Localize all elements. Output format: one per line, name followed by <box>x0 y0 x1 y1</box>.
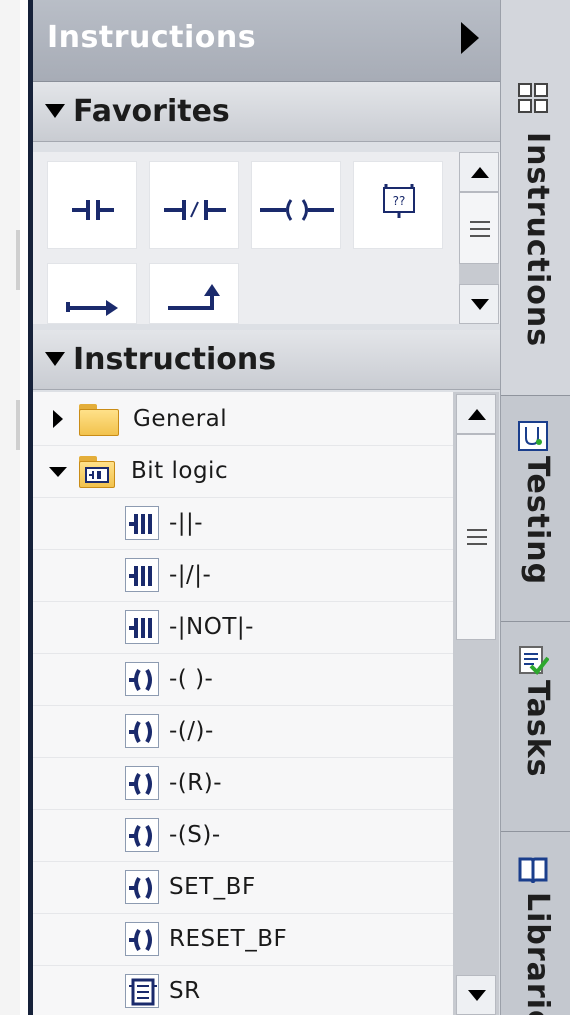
tab-label: Tasks <box>520 680 555 778</box>
tab-label: Instructions <box>520 132 555 348</box>
open-branch-icon <box>66 300 118 316</box>
empty-box-button[interactable]: ?? <box>353 161 443 249</box>
tree-item-label: -(S)- <box>169 822 221 848</box>
testing-icon <box>517 420 549 452</box>
panel-header: Instructions <box>33 0 500 82</box>
instructions-header[interactable]: Instructions <box>33 330 500 390</box>
normally-closed-contact-icon <box>164 200 226 220</box>
scroll-up-icon[interactable] <box>456 394 496 434</box>
coil-icon <box>125 922 159 956</box>
tree-item-coil[interactable]: RESET_BF <box>33 914 453 966</box>
favorites-scrollbar[interactable] <box>459 152 499 324</box>
side-tab-strip: Instructions Testing Tasks Libraries <box>500 0 570 1015</box>
tree-item-label: -||- <box>169 510 204 536</box>
contact-icon <box>125 610 159 644</box>
left-edge <box>0 0 20 1015</box>
book-icon <box>517 854 549 886</box>
tree-scrollbar[interactable] <box>453 392 499 1015</box>
normally-closed-contact-button[interactable] <box>149 161 239 249</box>
tab-label: Testing <box>520 456 555 586</box>
scroll-up-icon[interactable] <box>459 152 499 192</box>
expand-down-icon <box>45 104 65 118</box>
instruction-tree: General Bit logic -||- -|/|- -|NOT|- -(… <box>33 392 453 1015</box>
contact-icon <box>125 506 159 540</box>
output-coil-button[interactable] <box>251 161 341 249</box>
tab-instructions[interactable]: Instructions <box>501 0 570 396</box>
output-coil-icon <box>260 199 334 221</box>
coil-icon <box>125 662 159 696</box>
tree-item-box[interactable]: SR <box>33 966 453 1015</box>
tree-item-label: -( )- <box>169 666 214 692</box>
folder-icon <box>79 404 119 436</box>
tree-item-coil[interactable]: -(R)- <box>33 758 453 810</box>
bit-logic-folder-icon <box>79 456 115 488</box>
coil-icon <box>125 766 159 800</box>
empty-box-label: ?? <box>393 194 406 208</box>
tree-item-label: -|NOT|- <box>169 614 254 640</box>
tree-item-contact[interactable]: -|/|- <box>33 550 453 602</box>
expand-down-icon <box>45 352 65 366</box>
panel-title: Instructions <box>47 20 257 55</box>
coil-icon <box>125 870 159 904</box>
tree-item-coil[interactable]: -(S)- <box>33 810 453 862</box>
tree-folder-bit-logic[interactable]: Bit logic <box>33 446 453 498</box>
close-branch-icon <box>168 284 220 310</box>
tasks-icon <box>517 644 550 676</box>
grid-icon <box>517 82 549 114</box>
scrollbar-thumb[interactable] <box>459 192 499 264</box>
tab-libraries[interactable]: Libraries <box>501 832 570 1015</box>
empty-box-icon: ?? <box>383 184 415 218</box>
tree-item-label: Bit logic <box>131 458 229 484</box>
tree-item-label: -|/|- <box>169 562 212 588</box>
normally-open-contact-icon <box>72 200 114 220</box>
tree-item-coil[interactable]: -(/)- <box>33 706 453 758</box>
tab-testing[interactable]: Testing <box>501 396 570 622</box>
close-branch-button[interactable] <box>149 263 239 324</box>
tree-item-contact[interactable]: -||- <box>33 498 453 550</box>
tree-item-label: -(R)- <box>169 770 223 796</box>
tree-item-label: SR <box>169 978 201 1004</box>
contact-icon <box>125 558 159 592</box>
left-edge-mark <box>16 400 20 450</box>
normally-open-contact-button[interactable] <box>47 161 137 249</box>
tree-item-label: -(/)- <box>169 718 214 744</box>
open-branch-button[interactable] <box>47 263 137 324</box>
scrollbar-thumb[interactable] <box>456 434 496 640</box>
tab-label: Libraries <box>520 892 555 1015</box>
left-edge-mark <box>16 230 20 290</box>
tree-item-contact[interactable]: -|NOT|- <box>33 602 453 654</box>
collapse-arrow-icon[interactable] <box>461 22 479 54</box>
tree-item-coil[interactable]: -( )- <box>33 654 453 706</box>
tab-tasks[interactable]: Tasks <box>501 622 570 832</box>
tree-item-label: RESET_BF <box>169 926 288 952</box>
tree-item-label: SET_BF <box>169 874 256 900</box>
expand-right-icon[interactable] <box>53 410 63 428</box>
instructions-panel: Instructions Favorites ?? Instructions G… <box>33 0 500 1015</box>
expand-down-icon[interactable] <box>49 467 67 477</box>
coil-icon <box>125 714 159 748</box>
box-icon <box>125 974 159 1008</box>
instructions-title: Instructions <box>73 342 277 377</box>
scroll-down-icon[interactable] <box>456 975 496 1015</box>
favorites-title: Favorites <box>73 94 230 129</box>
favorites-palette: ?? <box>33 152 500 324</box>
scroll-down-icon[interactable] <box>459 284 499 324</box>
coil-icon <box>125 818 159 852</box>
favorites-header[interactable]: Favorites <box>33 82 500 142</box>
tree-item-label: General <box>133 406 228 432</box>
tree-item-coil[interactable]: SET_BF <box>33 862 453 914</box>
tree-folder-general[interactable]: General <box>33 394 453 446</box>
